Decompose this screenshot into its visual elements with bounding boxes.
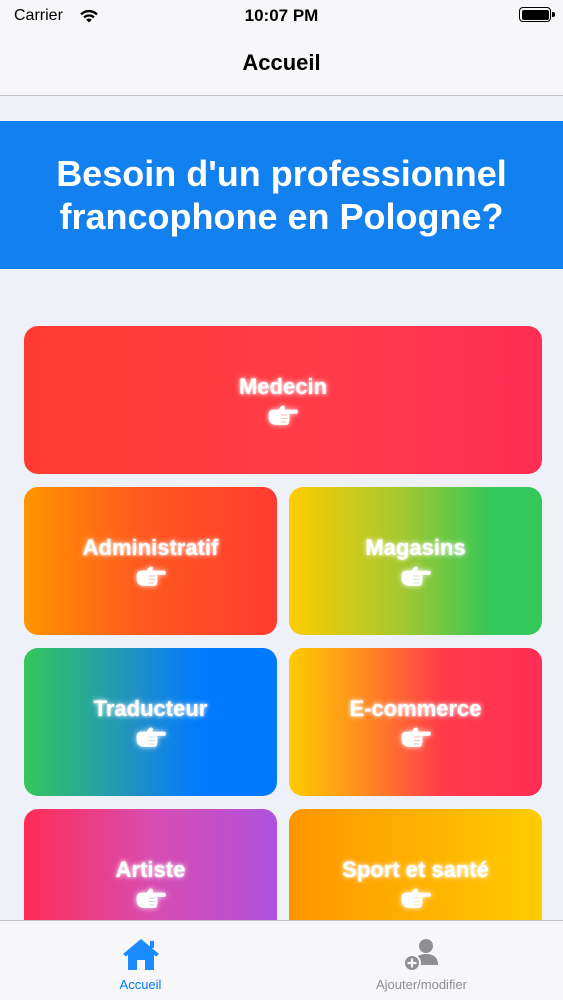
- house-icon: [122, 939, 159, 970]
- banner-text: Besoin d'un professionnel francophone en…: [56, 152, 507, 237]
- battery-icon: [519, 7, 555, 22]
- category-label: Medecin: [238, 374, 328, 399]
- category-magasins-button[interactable]: Magasins: [289, 487, 542, 635]
- pointing-hand-icon: [268, 405, 298, 425]
- category-artiste-button[interactable]: Artiste: [24, 809, 277, 920]
- tab-accueil-label: Accueil: [119, 977, 162, 992]
- category-label: Sport et santé: [342, 857, 489, 882]
- category-medecin-button[interactable]: Medecin: [24, 326, 542, 474]
- header-banner: Besoin d'un professionnel francophone en…: [0, 121, 563, 269]
- pointing-hand-icon: [401, 566, 431, 586]
- tab-bar: Accueil Ajouter/modifier: [0, 920, 563, 1000]
- pointing-hand-icon: [136, 888, 166, 908]
- category-label: E-commerce: [349, 696, 482, 721]
- clock: 10:07 PM: [244, 6, 319, 25]
- tab-accueil[interactable]: Accueil: [0, 921, 281, 1000]
- category-sport-sante-button[interactable]: Sport et santé: [289, 809, 542, 920]
- pointing-hand-icon: [136, 727, 166, 747]
- category-traducteur-button[interactable]: Traducteur: [24, 648, 277, 796]
- main-content[interactable]: Besoin d'un professionnel francophone en…: [0, 97, 563, 920]
- category-ecommerce-button[interactable]: E-commerce: [289, 648, 542, 796]
- category-label: Administratif: [82, 535, 219, 560]
- pointing-hand-icon: [401, 727, 431, 747]
- page-title: Accueil: [242, 50, 321, 75]
- category-label: Magasins: [365, 535, 466, 560]
- tab-ajouter-modifier[interactable]: Ajouter/modifier: [281, 921, 562, 1000]
- category-label: Artiste: [115, 857, 186, 882]
- pointing-hand-icon: [136, 566, 166, 586]
- category-administratif-button[interactable]: Administratif: [24, 487, 277, 635]
- add-person-icon: [402, 939, 438, 972]
- tab-ajouter-modifier-label: Ajouter/modifier: [375, 977, 468, 992]
- category-label: Traducteur: [93, 696, 208, 721]
- navigation-bar: Accueil: [0, 34, 563, 96]
- status-bar: Carrier 10:07 PM: [0, 0, 563, 34]
- pointing-hand-icon: [401, 888, 431, 908]
